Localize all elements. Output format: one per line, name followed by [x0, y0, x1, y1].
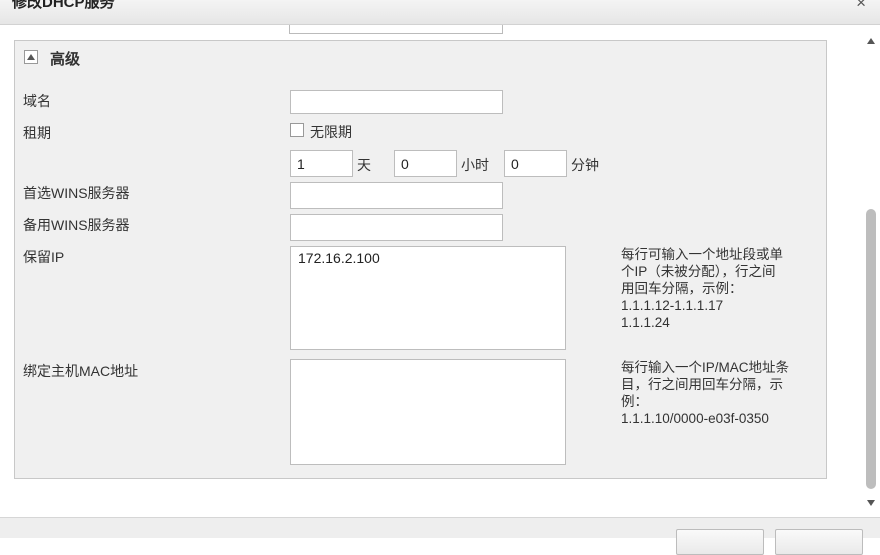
primary-wins-label: 首选WINS服务器: [23, 185, 130, 201]
vertical-scrollbar[interactable]: [862, 25, 880, 517]
reserved-ip-hint-line: 1.1.1.24: [621, 315, 670, 330]
lease-hours-unit: 小时: [461, 157, 489, 173]
confirm-button[interactable]: [676, 529, 764, 555]
lease-hours-input[interactable]: [394, 150, 457, 177]
lease-days-unit: 天: [357, 157, 371, 173]
scroll-up-icon[interactable]: [866, 33, 876, 44]
advanced-section-panel: 高级 域名 租期 无限期 天 小时 分钟 首选WINS服务器 备用WINS服务器…: [14, 40, 827, 479]
reserved-ip-textarea[interactable]: 172.16.2.100: [290, 246, 566, 350]
bind-mac-hint-line: 例：: [621, 394, 648, 409]
unlimited-lease-label: 无限期: [310, 124, 352, 140]
bind-mac-label: 绑定主机MAC地址: [23, 363, 139, 379]
close-icon[interactable]: ×: [856, 0, 866, 13]
domain-name-label: 域名: [23, 93, 51, 109]
reserved-ip-hint-line: 1.1.1.12-1.1.1.17: [621, 298, 724, 313]
lease-minutes-input[interactable]: [504, 150, 567, 177]
reserved-ip-hint: 每行可输入一个地址段或单 个IP（未被分配），行之间 用回车分隔，示例： 1.1…: [621, 246, 783, 331]
reserved-ip-hint-line: 每行可输入一个地址段或单: [621, 247, 783, 262]
domain-name-input[interactable]: [290, 90, 503, 114]
bind-mac-hint-line: 1.1.1.10/0000-e03f-0350: [621, 411, 769, 426]
bind-mac-hint-line: 目，行之间用回车分隔，示: [621, 377, 783, 392]
backup-wins-input[interactable]: [290, 214, 503, 241]
reserved-ip-label: 保留IP: [23, 249, 65, 265]
cancel-button[interactable]: [775, 529, 863, 555]
section-title: 高级: [50, 51, 81, 68]
dialog-footer: [0, 517, 880, 555]
reserved-ip-hint-line: 用回车分隔，示例：: [621, 281, 743, 296]
lease-minutes-unit: 分钟: [571, 157, 599, 173]
scrollbar-thumb[interactable]: [866, 209, 876, 489]
primary-wins-input[interactable]: [290, 182, 503, 209]
bind-mac-hint: 每行输入一个IP/MAC地址条 目，行之间用回车分隔，示 例： 1.1.1.10…: [621, 359, 789, 427]
backup-wins-label: 备用WINS服务器: [23, 217, 130, 233]
collapse-toggle-icon[interactable]: [24, 50, 38, 64]
bind-mac-textarea[interactable]: [290, 359, 566, 465]
dialog-title: 修改DHCP服务: [12, 0, 115, 11]
dialog-titlebar: 修改DHCP服务 ×: [0, 0, 880, 25]
previous-field-input[interactable]: [289, 25, 503, 34]
bind-mac-hint-line: 每行输入一个IP/MAC地址条: [621, 360, 790, 375]
lease-days-input[interactable]: [290, 150, 353, 177]
dialog-content: 高级 域名 租期 无限期 天 小时 分钟 首选WINS服务器 备用WINS服务器…: [0, 25, 862, 517]
lease-label: 租期: [23, 125, 51, 141]
unlimited-lease-checkbox[interactable]: [290, 123, 304, 137]
reserved-ip-hint-line: 个IP（未被分配），行之间: [621, 264, 776, 279]
scroll-down-icon[interactable]: [866, 495, 876, 506]
